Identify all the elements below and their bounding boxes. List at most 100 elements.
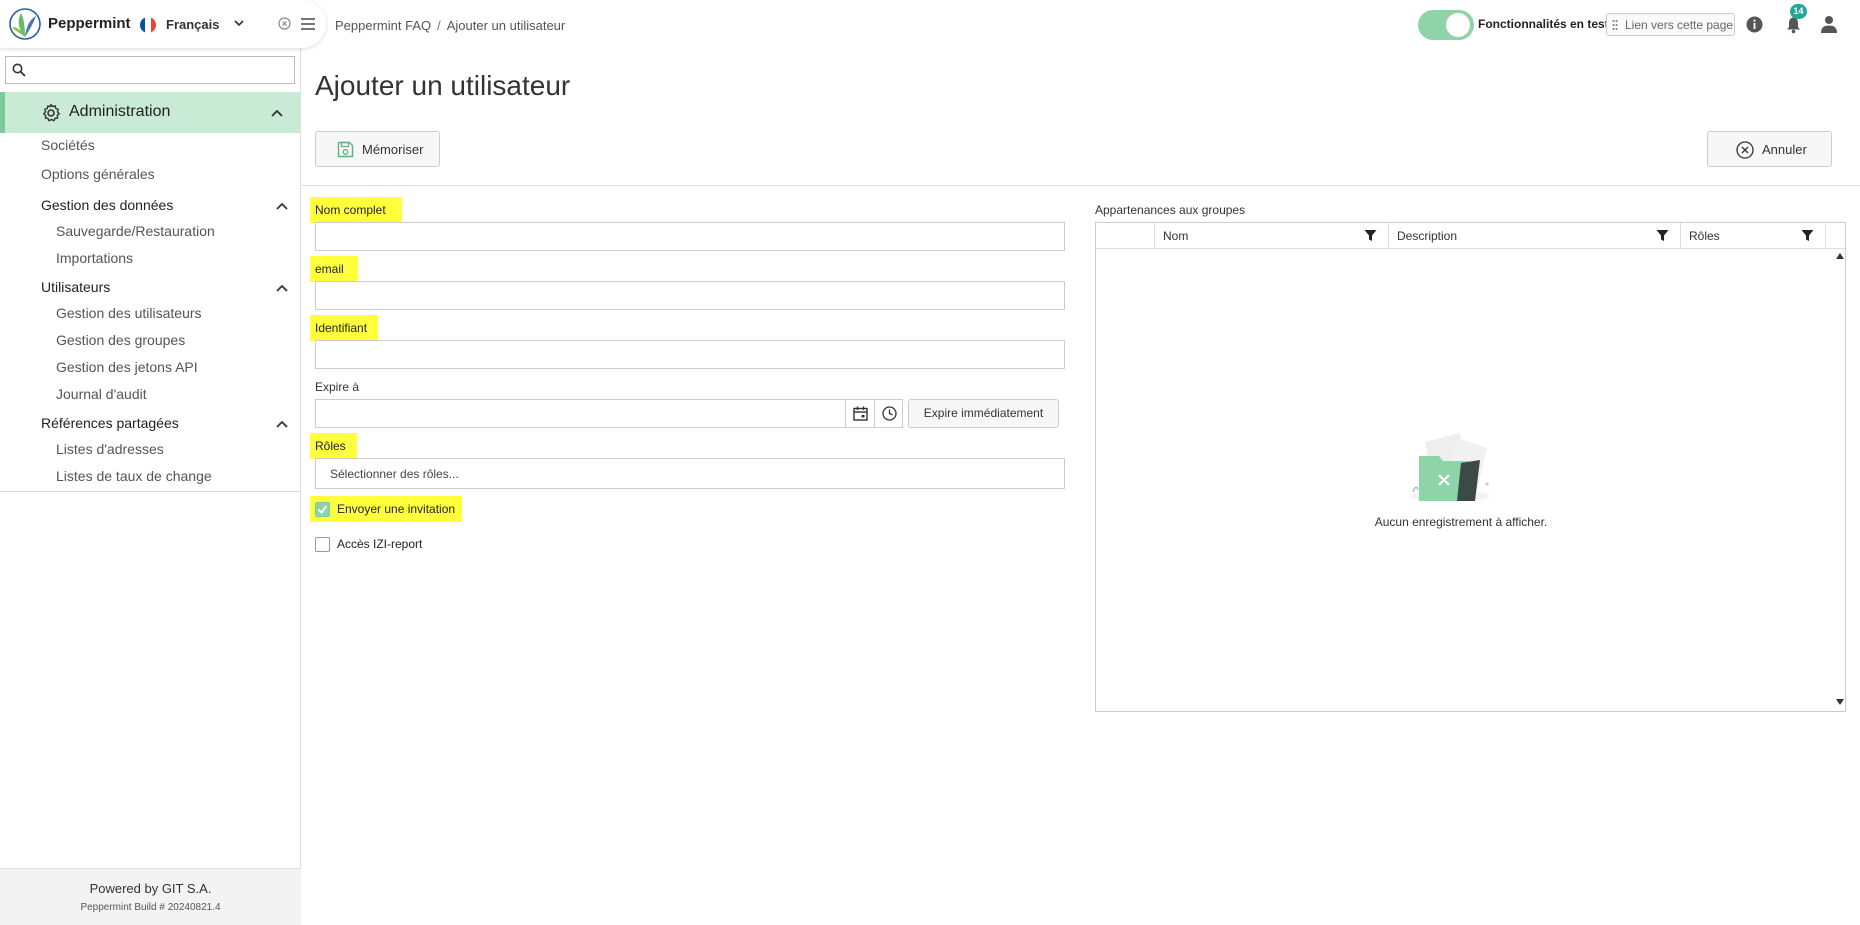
column-label: Rôles (1689, 229, 1720, 243)
expires-date-field[interactable] (315, 399, 903, 428)
grid-header: Nom Description Rôles (1096, 223, 1845, 249)
sidebar-section-references[interactable]: Références partagées (41, 415, 179, 431)
french-flag-icon (140, 17, 156, 33)
izi-report-option[interactable]: Accès IZI-report (310, 531, 460, 557)
full-name-label: Nom complet (310, 197, 402, 223)
izi-report-checkbox[interactable] (315, 537, 330, 552)
empty-message: Aucun enregistrement à afficher. (1374, 515, 1548, 529)
email-label: email (310, 256, 358, 282)
filter-icon[interactable] (1801, 229, 1814, 242)
grid-column-description[interactable]: Description (1389, 223, 1681, 248)
chevron-up-icon[interactable] (276, 420, 288, 428)
identifier-input[interactable] (316, 341, 1064, 368)
izi-report-label: Accès IZI-report (337, 537, 423, 551)
drag-handle-icon (1612, 20, 1618, 30)
breadcrumb-separator: / (437, 18, 441, 33)
full-name-field[interactable] (315, 222, 1065, 251)
roles-label: Rôles (310, 433, 357, 459)
groups-grid: Nom Description Rôles Aucun enregistreme… (1095, 222, 1846, 712)
notification-badge: 14 (1790, 4, 1807, 19)
scroll-up-arrow[interactable] (1836, 253, 1844, 259)
feature-toggle[interactable] (1418, 10, 1474, 40)
send-invitation-label: Envoyer une invitation (337, 502, 456, 516)
expire-now-button[interactable]: Expire immédiatement (908, 399, 1059, 428)
chevron-up-icon[interactable] (276, 284, 288, 292)
sidebar-footer: Powered by GIT S.A. Peppermint Build # 2… (0, 868, 301, 925)
app-name: Peppermint (48, 15, 131, 32)
grid-select-column[interactable] (1096, 223, 1155, 248)
cancel-button-label: Annuler (1762, 142, 1807, 157)
sidebar-item-sauvegarde[interactable]: Sauvegarde/Restauration (56, 223, 215, 239)
identifier-field[interactable] (315, 340, 1065, 369)
sidebar-item-administration[interactable]: Administration (0, 92, 300, 133)
save-icon (337, 141, 354, 158)
gear-icon (43, 103, 60, 122)
chevron-up-icon[interactable] (271, 109, 283, 117)
breadcrumb-link[interactable]: Peppermint FAQ (335, 18, 431, 33)
sidebar-item-journal-audit[interactable]: Journal d'audit (56, 386, 147, 402)
language-selector[interactable]: Français (166, 17, 219, 32)
column-label: Nom (1163, 229, 1189, 243)
menu-icon[interactable] (301, 18, 315, 30)
time-button[interactable] (874, 400, 903, 427)
save-button[interactable]: Mémoriser (315, 131, 440, 167)
expires-label: Expire à (315, 380, 360, 394)
groups-title: Appartenances aux groupes (1095, 203, 1246, 217)
sidebar-search-input[interactable] (32, 59, 290, 81)
calendar-icon (853, 406, 868, 421)
send-invitation-option[interactable]: Envoyer une invitation (310, 496, 462, 522)
page-title: Ajouter un utilisateur (315, 70, 571, 101)
sidebar-section-gestion-donnees[interactable]: Gestion des données (41, 197, 173, 213)
sidebar: Administration Sociétés Options générale… (0, 0, 301, 925)
feature-toggle-label: Fonctionnalités en test (1478, 17, 1609, 31)
sidebar-item-options[interactable]: Options générales (41, 166, 155, 182)
header-divider (302, 185, 1860, 186)
powered-by-text: Powered by GIT S.A. (89, 881, 212, 896)
chevron-up-icon[interactable] (276, 202, 288, 210)
identifier-label: Identifiant (310, 315, 378, 341)
build-number: Peppermint Build # 20240821.4 (80, 902, 221, 913)
toggle-knob (1446, 13, 1470, 37)
sidebar-item-listes-taux[interactable]: Listes de taux de change (56, 468, 212, 484)
checkmark-icon (317, 505, 328, 514)
send-invitation-checkbox[interactable] (315, 502, 330, 517)
column-label: Description (1397, 229, 1458, 243)
breadcrumb-current: Ajouter un utilisateur (446, 18, 566, 33)
close-circle-icon (1736, 141, 1754, 159)
filter-icon[interactable] (1656, 229, 1669, 242)
sidebar-item-gestion-groupes[interactable]: Gestion des groupes (56, 332, 185, 348)
email-field[interactable] (315, 281, 1065, 310)
grid-column-nom[interactable]: Nom (1155, 223, 1389, 248)
close-circle-icon[interactable] (278, 17, 291, 30)
sidebar-search[interactable] (5, 56, 295, 84)
sidebar-item-importations[interactable]: Importations (56, 250, 133, 266)
sidebar-item-gestion-utilisateurs[interactable]: Gestion des utilisateurs (56, 305, 202, 321)
sidebar-item-label: Administration (69, 103, 171, 120)
user-icon[interactable] (1820, 15, 1838, 33)
calendar-button[interactable] (845, 400, 874, 427)
page-link-label: Lien vers cette page (1625, 18, 1734, 32)
sidebar-item-listes-adresses[interactable]: Listes d'adresses (56, 441, 164, 457)
page-link-button[interactable]: Lien vers cette page (1606, 13, 1735, 36)
roles-select[interactable]: Sélectionner des rôles... (315, 458, 1065, 489)
search-icon (12, 63, 26, 77)
empty-folder-illustration (1410, 433, 1490, 501)
full-name-input[interactable] (316, 223, 1064, 250)
app-header: Peppermint Français (0, 0, 326, 48)
grid-column-roles[interactable]: Rôles (1681, 223, 1826, 248)
sidebar-item-gestion-jetons[interactable]: Gestion des jetons API (56, 359, 198, 375)
scroll-down-arrow[interactable] (1836, 699, 1844, 705)
sidebar-divider (0, 491, 301, 492)
email-input[interactable] (316, 282, 1064, 309)
save-button-label: Mémoriser (362, 142, 424, 157)
sidebar-section-utilisateurs[interactable]: Utilisateurs (41, 279, 110, 295)
cancel-button[interactable]: Annuler (1707, 131, 1832, 167)
breadcrumb: Peppermint FAQ / Ajouter un utilisateur (335, 18, 565, 33)
chevron-down-icon[interactable] (233, 16, 245, 30)
expires-input[interactable] (316, 400, 846, 427)
clock-icon (882, 406, 897, 421)
info-icon[interactable] (1746, 16, 1763, 33)
peppermint-logo[interactable] (8, 7, 42, 41)
filter-icon[interactable] (1364, 229, 1377, 242)
sidebar-item-societes[interactable]: Sociétés (41, 137, 95, 153)
